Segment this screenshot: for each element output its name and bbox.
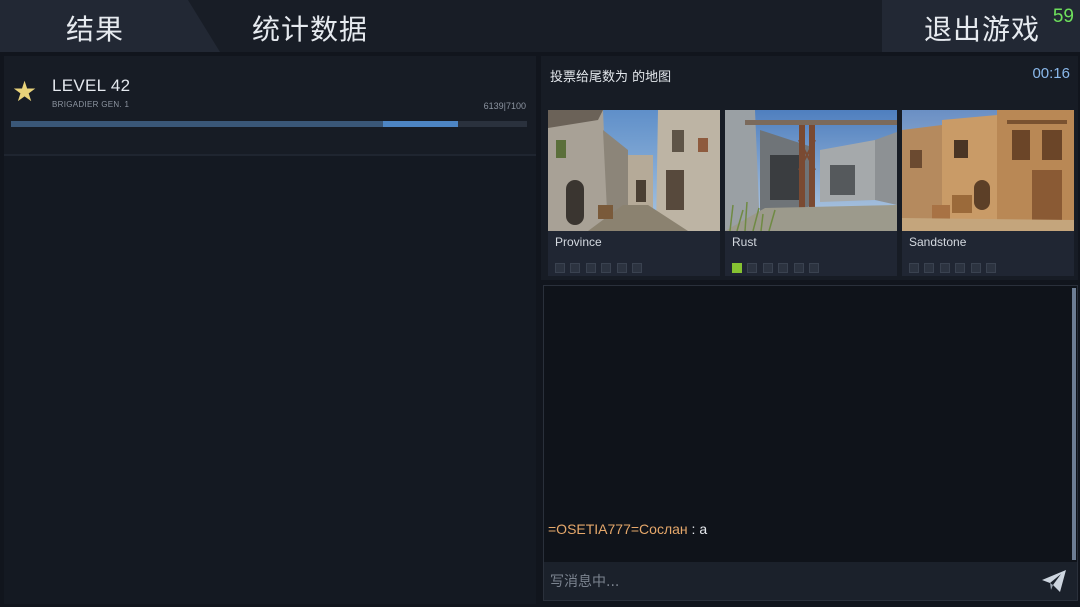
map-vote-title: 投票给尾数为 的地图	[550, 70, 672, 85]
chat-message-text: a	[699, 521, 708, 537]
vote-box	[631, 263, 642, 273]
tab-stats-label: 统计数据	[252, 13, 369, 46]
level-card: ★ LEVEL 42 BRIGADIER GEN. 1 6139|7100	[4, 56, 536, 156]
level-rank: BRIGADIER GEN. 1	[52, 100, 130, 109]
level-title: LEVEL 42	[52, 76, 131, 95]
vote-box	[601, 263, 612, 273]
map-card-rust[interactable]: Rust	[725, 110, 897, 276]
vote-box	[732, 263, 742, 273]
chat-message-separator: :	[687, 521, 700, 537]
vote-box	[570, 263, 581, 273]
map-thumbnail-sandstone	[902, 110, 1074, 231]
xp-progress-bar	[11, 121, 527, 127]
vote-box	[793, 263, 804, 273]
chat-panel: =OSETIA777=Сослан : a	[543, 285, 1078, 601]
exit-game-button[interactable]: 退出游戏 59	[882, 0, 1080, 52]
vote-box	[939, 263, 950, 273]
vote-box	[585, 263, 596, 273]
top-bar: 结果 统计数据 退出游戏 59	[0, 0, 1080, 52]
vote-indicators-rust	[732, 258, 824, 273]
vote-box	[924, 263, 935, 273]
map-name-province: Province	[555, 235, 602, 249]
xp-gained-fill	[383, 121, 458, 127]
chat-scrollbar[interactable]	[1072, 288, 1076, 560]
xp-previous-fill	[11, 121, 383, 127]
chat-input-bar	[544, 562, 1077, 600]
tab-results-label: 结果	[66, 13, 125, 46]
send-button[interactable]	[1041, 569, 1067, 593]
map-vote-timer: 00:16	[1032, 65, 1070, 82]
chat-message-sender: =OSETIA777=Сослан	[548, 521, 688, 537]
exit-countdown: 59	[1052, 6, 1074, 27]
vote-box	[970, 263, 981, 273]
vote-box	[778, 263, 789, 273]
map-card-sandstone[interactable]: Sandstone	[902, 110, 1074, 276]
tab-stats[interactable]: 统计数据	[220, 0, 620, 52]
vote-box	[762, 263, 773, 273]
map-card-province[interactable]: Province	[548, 110, 720, 276]
vote-box	[985, 263, 996, 273]
chat-message: =OSETIA777=Сослан : a	[548, 521, 707, 537]
vote-indicators-sandstone	[909, 258, 1001, 273]
map-name-sandstone: Sandstone	[909, 235, 967, 249]
map-vote-panel: 投票给尾数为 的地图 00:16 Province Rust Sandstone	[541, 56, 1078, 280]
chat-input[interactable]	[548, 568, 1022, 596]
map-name-rust: Rust	[732, 235, 757, 249]
vote-box	[747, 263, 758, 273]
map-thumbnail-province	[548, 110, 720, 231]
vote-box	[616, 263, 627, 273]
vote-box	[808, 263, 819, 273]
exit-game-label: 退出游戏	[924, 13, 1041, 46]
star-icon: ★	[12, 75, 38, 108]
level-xp-text: 6139|7100	[483, 101, 526, 111]
map-thumbnail-rust	[725, 110, 897, 231]
paper-plane-icon	[1042, 570, 1066, 592]
vote-box	[909, 263, 919, 273]
tab-results[interactable]: 结果	[0, 0, 220, 52]
vote-indicators-province	[555, 258, 647, 273]
vote-box	[555, 263, 565, 273]
vote-box	[955, 263, 966, 273]
player-panel: ★ LEVEL 42 BRIGADIER GEN. 1 6139|7100	[4, 56, 536, 604]
